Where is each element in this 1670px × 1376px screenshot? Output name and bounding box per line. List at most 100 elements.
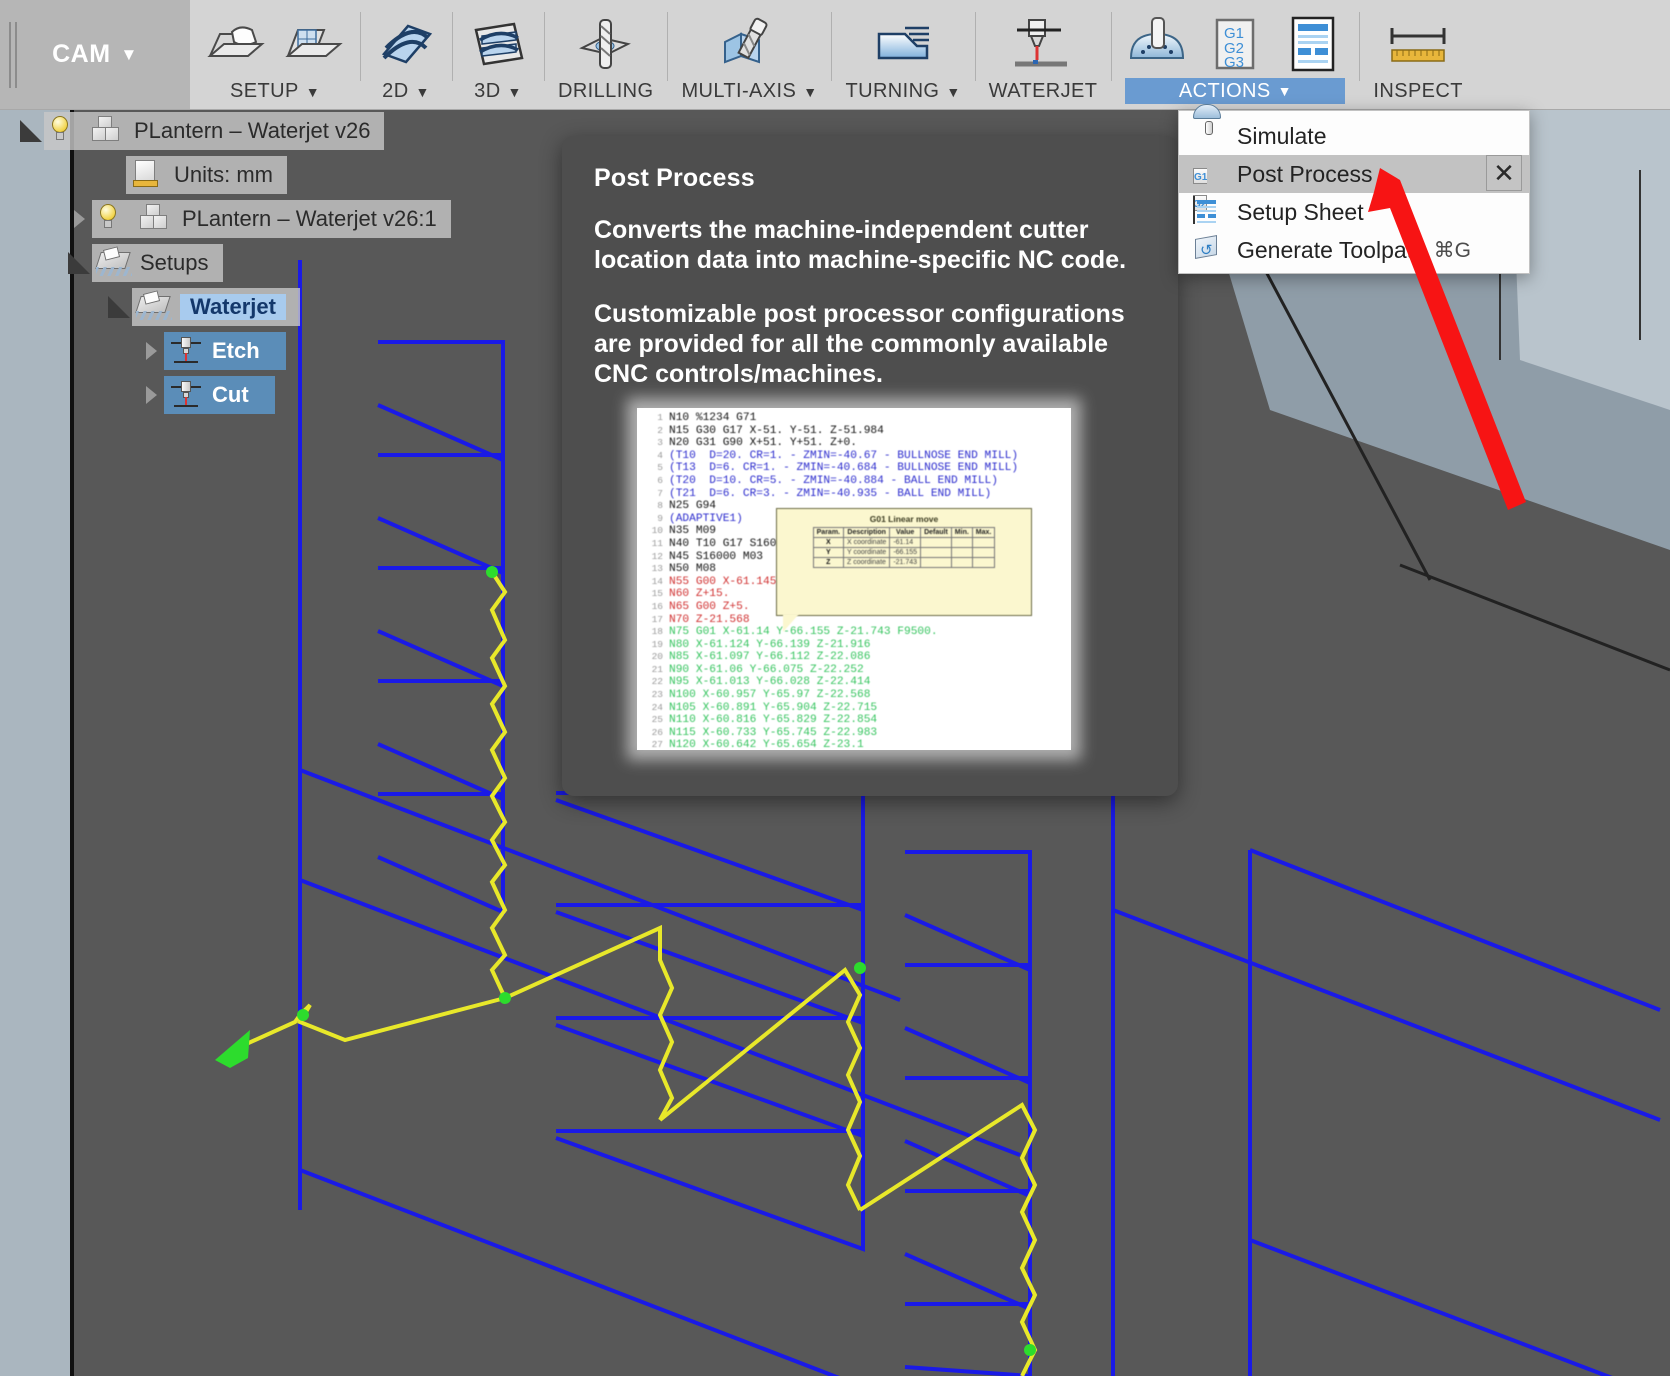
ribbon-group-label[interactable]: DRILLING (558, 80, 653, 103)
callout-cell: -21.743 (889, 557, 922, 568)
ribbon-group-setup[interactable]: SETUP ▼ (190, 0, 360, 109)
callout-table: Param. Description Value Default Min. Max. X X … (812, 527, 996, 568)
turning-icon[interactable] (871, 14, 935, 78)
gcode-line-number: 2 (657, 424, 663, 436)
setup-sheet-icon[interactable] (1281, 14, 1345, 78)
tree-item-label: Waterjet (180, 294, 286, 320)
expander-none (100, 156, 126, 194)
cam-ribbon-toolbar[interactable]: CAM ▼ SETUP ▼ 2D ▼ 3D ▼ DRILLING MULTI-A… (0, 0, 1670, 110)
tree-item-label: Etch (212, 338, 260, 363)
tree-row-etch[interactable]: Etch (138, 332, 498, 370)
ribbon-group-label[interactable]: 2D ▼ (382, 80, 430, 103)
ribbon-group-3d[interactable]: 3D ▼ (452, 0, 544, 109)
actions-dropdown-menu[interactable]: Simulate G1 G2 Post Process Setup Sheet ↺… (1178, 104, 1530, 274)
ribbon-group-label[interactable]: 3D ▼ (474, 80, 522, 103)
ribbon-group-drilling[interactable]: DRILLING (544, 0, 667, 109)
gcode-line-number: 12 (651, 550, 663, 562)
simulate-dome-icon[interactable] (1125, 14, 1189, 78)
multi-axis-icon[interactable] (717, 14, 781, 78)
ribbon-group-label[interactable]: TURNING ▼ (845, 80, 960, 103)
callout-title: G01 Linear move (869, 514, 939, 524)
tree-row-cut[interactable]: Cut (138, 376, 498, 414)
gcode-line: 26 N115 X-60.733 Y-65.745 Z-22.983 (641, 727, 1071, 740)
expander-down-icon[interactable] (66, 244, 92, 282)
tooltip-paragraph-1: Converts the machine-independent cutter … (594, 216, 1127, 274)
chevron-down-icon[interactable]: ▼ (803, 85, 817, 99)
ribbon-group-2d[interactable]: 2D ▼ (360, 0, 452, 109)
drag-grip-icon[interactable] (8, 22, 18, 88)
post-process-tooltip: Post Process Converts the machine-indepe… (562, 136, 1178, 796)
callout-cell (971, 557, 996, 568)
ribbon-group-label[interactable]: SETUP ▼ (230, 80, 320, 103)
gcode-line: 21 N90 X-61.06 Y-66.075 Z-22.252 (641, 664, 1071, 677)
gcode-line: 22 N95 X-61.013 Y-66.028 Z-22.414 (641, 676, 1071, 689)
ribbon-label-text: ACTIONS (1178, 79, 1271, 102)
tree-item-label: PLantern – Waterjet v26:1 (182, 206, 437, 231)
callout-column-header: Param. (812, 527, 845, 538)
menu-item-post-process[interactable]: G1 G2 Post Process (1179, 155, 1529, 211)
chevron-down-icon[interactable]: ▼ (508, 85, 522, 99)
chevron-down-icon[interactable]: ▼ (416, 85, 430, 99)
browser-tree[interactable]: PLantern – Waterjet v26 Units: mm PLante… (18, 112, 498, 420)
chevron-down-icon[interactable]: ▼ (1278, 84, 1292, 98)
callout-cell: -61.14 (889, 537, 922, 548)
callout-column-header: Default (920, 527, 952, 538)
svg-text:G3: G3 (1224, 54, 1244, 71)
drilling-icon[interactable] (574, 14, 638, 78)
ribbon-group-label[interactable]: ACTIONS ▼ (1125, 78, 1346, 104)
chevron-down-icon[interactable]: ▼ (121, 46, 138, 63)
tooltip-title: Post Process (594, 164, 755, 192)
lightbulb-icon[interactable] (50, 116, 82, 146)
menu-item-generate-toolpath[interactable]: ↺ Generate Toolpath ⌘G (1179, 231, 1529, 269)
gcode-line: 5 (T13 D=6. CR=1. - ZMIN=-40.684 - BULLNO… (641, 462, 1071, 475)
gcode-line-number: 27 (651, 739, 663, 750)
lightbulb-icon[interactable] (98, 204, 130, 234)
callout-cell (950, 537, 973, 548)
gcode-line-number: 11 (651, 537, 663, 549)
gcode-line: 6 (T20 D=10. CR=5. - ZMIN=-40.884 - BALL … (641, 475, 1071, 488)
ribbon-group-waterjet[interactable]: WATERJET (974, 0, 1112, 109)
gcode-line-number: 3 (657, 437, 663, 449)
2d-toolpath-icon[interactable] (374, 14, 438, 78)
ruler-icon[interactable] (1386, 14, 1450, 78)
ribbon-group-inspect[interactable]: INSPECT (1359, 0, 1476, 109)
tree-row-component[interactable]: PLantern – Waterjet v26:1 (66, 200, 498, 238)
menu-item-setup-sheet[interactable]: Setup Sheet (1179, 193, 1529, 231)
tree-row-root[interactable]: PLantern – Waterjet v26 (18, 112, 498, 150)
gcode-line: 25 N110 X-60.816 Y-65.829 Z-22.854 (641, 714, 1071, 727)
callout-cell (920, 547, 952, 558)
expander-right-icon[interactable] (138, 376, 164, 414)
tree-row-units[interactable]: Units: mm (100, 156, 498, 194)
3d-toolpath-icon[interactable] (466, 14, 530, 78)
expander-down-icon[interactable] (106, 288, 132, 326)
g-code-icon[interactable]: G1 G2 G3 (1203, 14, 1267, 78)
workspace-switcher[interactable]: CAM ▼ (0, 0, 190, 109)
ribbon-group-label[interactable]: WATERJET (989, 80, 1098, 103)
menu-item-simulate[interactable]: Simulate (1179, 104, 1529, 155)
expander-right-icon[interactable] (138, 332, 164, 370)
setup-sheet-icon (1193, 196, 1223, 227)
chevron-down-icon[interactable]: ▼ (306, 85, 320, 99)
tooltip-paragraph-2: Customizable post processor configuratio… (594, 300, 1125, 388)
waterjet-icon[interactable] (1011, 14, 1075, 78)
callout-row: ZZ coordinate -21.743 (812, 557, 996, 568)
expander-right-icon[interactable] (66, 200, 92, 238)
ribbon-group-multi-axis[interactable]: MULTI-AXIS ▼ (667, 0, 831, 109)
ribbon-group-actions[interactable]: G1 G2 G3 ACTIONS ▼ (1111, 0, 1359, 109)
expander-down-icon[interactable] (18, 112, 44, 150)
ribbon-group-label[interactable]: MULTI-AXIS ▼ (681, 80, 817, 103)
setup-from-sketch-icon[interactable] (282, 14, 346, 78)
ribbon-group-turning[interactable]: TURNING ▼ (831, 0, 974, 109)
tree-row-waterjet-setup[interactable]: Waterjet (106, 288, 498, 326)
gcode-line-number: 15 (651, 588, 663, 600)
close-icon[interactable]: ✕ (1486, 155, 1522, 191)
ribbon-group-label[interactable]: INSPECT (1373, 80, 1462, 103)
workspace-label-group[interactable]: CAM ▼ (52, 40, 138, 69)
setup-folder-icon[interactable] (204, 14, 268, 78)
menu-item-label: Simulate (1237, 122, 1327, 149)
gcode-line-number: 23 (651, 689, 663, 701)
chevron-down-icon[interactable]: ▼ (946, 85, 960, 99)
gcode-line: 1 N10 %1234 G71 (641, 412, 1071, 425)
gcode-line: 27 N120 X-60.642 Y-65.654 Z-23.1 (641, 739, 1071, 750)
tree-row-setups[interactable]: Setups (66, 244, 498, 282)
